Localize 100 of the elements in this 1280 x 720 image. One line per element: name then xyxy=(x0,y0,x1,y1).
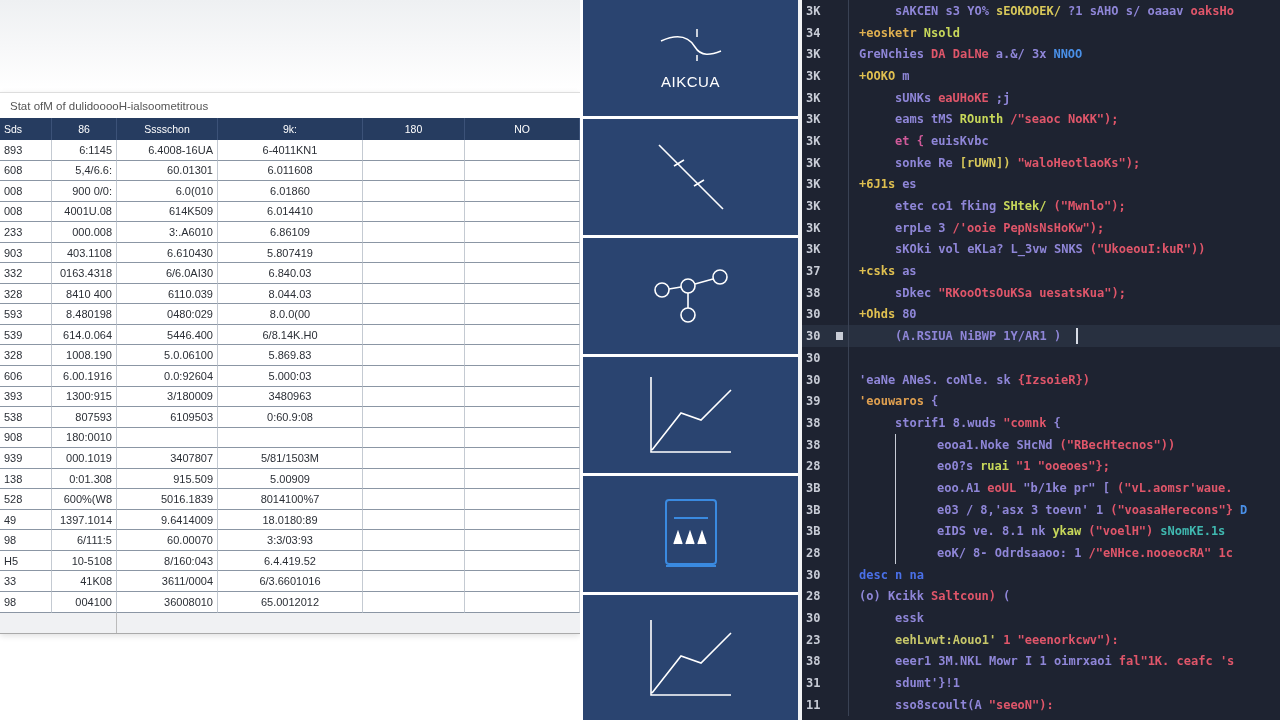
code-token: ykaw xyxy=(1052,524,1082,539)
table-cell: 538 xyxy=(0,407,52,428)
column-header[interactable]: 9k: xyxy=(218,118,363,140)
table-cell: 908 xyxy=(0,427,52,449)
line-number: 3B xyxy=(805,480,822,495)
code-token: ("voasaHerecons"} xyxy=(1110,502,1233,517)
line-number: 3K xyxy=(805,199,822,214)
code-token: /"seaoc NoKK"); xyxy=(1010,112,1119,127)
column-header[interactable]: 180 xyxy=(363,118,465,140)
code-token: eoUL xyxy=(987,480,1017,495)
line-number: 3K xyxy=(805,47,822,62)
table-cell: 6.00.1916 xyxy=(52,366,117,387)
tool-tile[interactable] xyxy=(583,238,798,354)
table-cell: 41K08 xyxy=(52,571,117,593)
line-number: 3K xyxy=(805,242,822,257)
code-token: eehLvwt:Aouo1' xyxy=(895,632,997,647)
table-cell: 60.01301 xyxy=(117,160,218,182)
column-header[interactable]: 86 xyxy=(52,118,117,140)
tool-tile[interactable] xyxy=(583,357,798,473)
tool-tile[interactable] xyxy=(583,119,798,235)
table-cell: 3:.A6010 xyxy=(117,222,218,243)
code-token: Nsold xyxy=(923,25,960,40)
tile-label: AIKCUA xyxy=(661,72,720,90)
code-token: ("vL.aomsr'waue. xyxy=(1116,480,1233,495)
table-cell: 6/111:5 xyxy=(52,530,117,551)
line-number: 3K xyxy=(805,155,822,170)
table-cell: 6/3.6601016 xyxy=(218,571,363,593)
code-token: D xyxy=(1240,502,1248,517)
code-token: Saltcoun) xyxy=(931,589,997,604)
code-token: m xyxy=(902,68,910,83)
code-token: "b/1ke pr" [ xyxy=(1023,480,1110,495)
table-cell: 5.0.06100 xyxy=(117,345,218,366)
line-number: 3B xyxy=(805,502,822,517)
line-number: 38 xyxy=(805,654,822,669)
breakpoint-icon[interactable] xyxy=(836,332,843,341)
table-cell: 6109503 xyxy=(117,407,218,428)
table-cell: 8/160:043 xyxy=(117,550,218,572)
code-token: oaksHo xyxy=(1190,3,1234,18)
code-token: eo0?s xyxy=(937,459,974,474)
code-token: desc n na xyxy=(859,567,925,582)
code-token: erpLe 3 xyxy=(895,220,946,235)
code-token: +csks xyxy=(859,264,896,279)
table-cell: 65.0012012 xyxy=(218,592,363,613)
code-token: sEOKDOEK/ xyxy=(995,3,1061,18)
table-cell: 915.509 xyxy=(117,468,218,490)
table-cell: 5.000:03 xyxy=(218,366,363,387)
table-cell: 98 xyxy=(0,530,52,551)
code-token: sdumt'}!1 xyxy=(895,676,961,691)
tool-tile[interactable] xyxy=(583,476,798,592)
table-cell: 9.6414009 xyxy=(117,509,218,531)
network-icon xyxy=(652,268,729,324)
table-cell: 606 xyxy=(0,366,52,387)
line-number: 3K xyxy=(805,133,822,148)
line-number: 30 xyxy=(805,372,822,387)
code-token: DA DaLNe xyxy=(931,47,989,62)
table-cell: 0:60.9:08 xyxy=(218,407,363,428)
table-cell: 539 xyxy=(0,324,52,346)
line-number: 28 xyxy=(805,459,822,474)
line-number: 23 xyxy=(805,632,822,647)
text-cursor xyxy=(1076,328,1079,345)
code-token: NNOO xyxy=(1053,47,1083,62)
table-cell: 8410 400 xyxy=(52,283,117,305)
code-token: sso8scoult(A xyxy=(895,697,982,712)
column-header[interactable]: NO xyxy=(465,118,580,140)
table-cell: 1397.1014 xyxy=(52,509,117,531)
code-token: 'eaNe ANeS. coNle. sk xyxy=(859,372,1011,387)
code-token: "waloHeotlaoKs"); xyxy=(1017,155,1141,170)
code-token: (A.RSIUA NiBWP 1Y/AR1 ) xyxy=(895,329,1062,344)
table-cell: 180:0010 xyxy=(52,427,117,449)
code-token: eoo.A1 xyxy=(937,480,981,495)
table-cell: 4001U.08 xyxy=(52,201,117,223)
table-cell: 332 xyxy=(0,263,52,284)
line-number: 3K xyxy=(805,68,822,83)
line-number: 28 xyxy=(805,589,822,604)
table-cell: 807593 xyxy=(52,407,117,428)
code-token: "seeoN"): xyxy=(988,697,1054,712)
line-number: 34 xyxy=(805,25,822,40)
table-cell: 8014100%7 xyxy=(218,489,363,510)
table-cell: 5.00909 xyxy=(218,468,363,490)
table-cell: 3407807 xyxy=(117,448,218,469)
tool-tile[interactable]: AIKCUA xyxy=(583,0,798,116)
code-token: eams tMS xyxy=(895,112,953,127)
code-token: "RKooOtsOuKSa uesatsKua"); xyxy=(938,285,1126,300)
line-number: 3K xyxy=(805,112,822,127)
column-header[interactable]: Sds xyxy=(0,118,52,140)
code-token: 80 xyxy=(902,307,917,322)
code-token: (o) Kcikk xyxy=(859,589,925,604)
table-cell: 8.044.03 xyxy=(218,283,363,305)
code-token: eooa1.Noke SHcNd xyxy=(937,437,1053,452)
tool-tile[interactable] xyxy=(583,595,798,720)
column-header[interactable]: Sssschon xyxy=(117,118,218,140)
table-cell: 1300:915 xyxy=(52,386,117,408)
code-token: SHtek/ xyxy=(1003,199,1047,214)
table-cell: 893 xyxy=(0,140,52,161)
table-cell: 528 xyxy=(0,489,52,510)
table-cell: 6.86109 xyxy=(218,222,363,243)
table-cell: 328 xyxy=(0,345,52,366)
line-number: 3K xyxy=(805,177,822,192)
code-token: es xyxy=(902,177,917,192)
table-cell: 6/6.0AI30 xyxy=(117,263,218,284)
